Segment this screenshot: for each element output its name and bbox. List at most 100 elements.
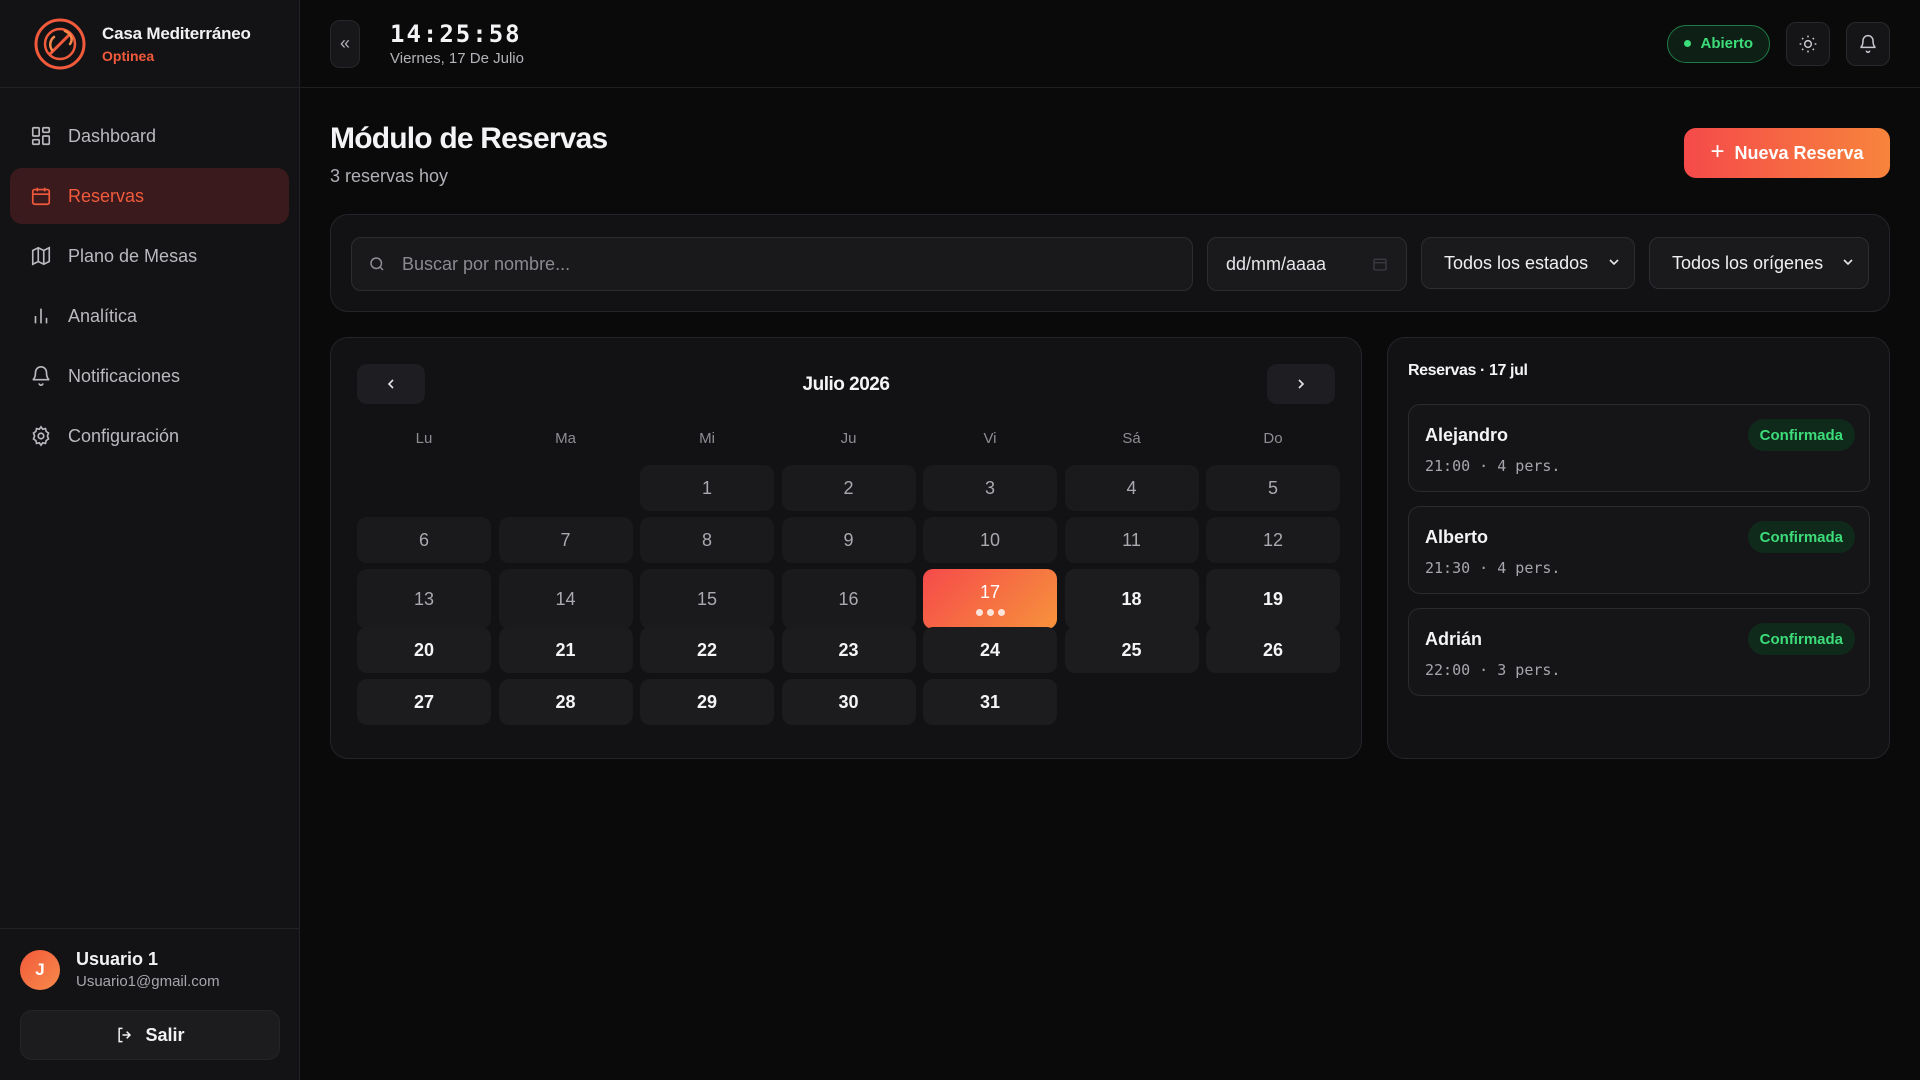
calendar-day[interactable]: 13: [357, 569, 491, 629]
sidebar-item-label: Plano de Mesas: [68, 245, 198, 266]
weekday-label: Sá: [1122, 430, 1141, 447]
calendar-day[interactable]: 18: [1064, 569, 1199, 629]
weekday-label: Vi: [983, 430, 997, 447]
new-reservation-button[interactable]: + Nueva Reserva: [1684, 128, 1890, 178]
calendar-day-number: 16: [838, 588, 859, 609]
chevrons-left-icon: «: [339, 33, 350, 53]
calendar-day[interactable]: 31: [923, 679, 1057, 725]
brand[interactable]: Casa Mediterráneo Optinea: [0, 0, 299, 88]
weekday-label: Ma: [555, 430, 576, 447]
map-icon: [31, 246, 51, 266]
calendar-day[interactable]: 25: [1064, 627, 1199, 673]
status-badge[interactable]: Abierto: [1666, 24, 1770, 63]
sidebar-footer: J Usuario 1 Usuario1@gmail.com Salir: [0, 928, 300, 1080]
notifications-button[interactable]: [1846, 21, 1890, 66]
calendar-day-number: 15: [696, 588, 718, 609]
date-input[interactable]: dd/mm/aaaa: [1207, 237, 1407, 291]
clock-time: 14:25:58: [390, 20, 522, 48]
calendar-day[interactable]: 8: [640, 517, 774, 563]
calendar-day-today[interactable]: 17: [923, 569, 1057, 629]
clock-date: Viernes, 17 De Julio: [390, 50, 524, 67]
calendar-day[interactable]: 7: [498, 517, 633, 563]
sidebar-item-dashboard[interactable]: Dashboard: [10, 108, 289, 164]
grid-icon: [31, 126, 51, 146]
search-input[interactable]: [386, 238, 1192, 290]
calendar-day[interactable]: 6: [357, 517, 491, 563]
reservation-item[interactable]: Alberto 21:30 · 4 pers. Confirmada: [1408, 506, 1870, 594]
calendar-day[interactable]: 26: [1206, 627, 1340, 673]
calendar-day[interactable]: 28: [498, 679, 633, 725]
calendar-day[interactable]: 2: [781, 465, 916, 511]
calendar-day[interactable]: 16: [781, 569, 916, 629]
calendar-day[interactable]: 22: [640, 627, 774, 673]
sidebar-item-label: Reservas: [68, 185, 145, 206]
reservation-item[interactable]: Alejandro 21:00 · 4 pers. Confirmada: [1408, 404, 1870, 492]
status-badge: Confirmada: [1747, 521, 1855, 553]
calendar-day[interactable]: 24: [923, 627, 1057, 673]
calendar-day[interactable]: 12: [1206, 517, 1340, 563]
page-subtitle: 3 reservas hoy: [330, 166, 449, 186]
calendar-icon[interactable]: [1372, 256, 1388, 272]
weekday-label: Ju: [840, 430, 857, 447]
calendar-day[interactable]: 1: [640, 465, 774, 511]
status-badge: Confirmada: [1747, 623, 1855, 655]
chevron-down-icon: [1609, 259, 1619, 266]
calendar-day-number: 13: [413, 588, 435, 609]
reservation-item[interactable]: Adrián 22:00 · 3 pers. Confirmada: [1408, 608, 1870, 696]
gear-icon: [32, 425, 50, 447]
reservation-name: Alejandro: [1425, 425, 1509, 445]
sidebar-item-configuracion[interactable]: Configuración: [10, 408, 289, 464]
collapse-sidebar-button[interactable]: «: [330, 19, 360, 68]
calendar-day[interactable]: 5: [1206, 465, 1340, 511]
weekday-label: Do: [1263, 430, 1283, 447]
calendar-day[interactable]: 4: [1064, 465, 1199, 511]
search-box[interactable]: [351, 237, 1193, 291]
calendar-day[interactable]: 21: [498, 627, 633, 673]
sun-icon: [1799, 35, 1817, 52]
plus-icon: +: [1710, 138, 1725, 165]
origin-select[interactable]: Todos los orígenes: [1649, 237, 1869, 289]
calendar-day-number: 14: [555, 588, 576, 609]
calendar-day-number: 29: [696, 691, 718, 712]
logout-button[interactable]: Salir: [20, 1010, 280, 1060]
sidebar-item-reservas[interactable]: Reservas: [10, 168, 289, 224]
calendar-day-number: 7: [560, 529, 571, 550]
logout-icon: [118, 1027, 132, 1043]
topbar: « 14:25:58 Viernes, 17 De Julio Abierto: [300, 0, 1920, 88]
sidebar-item-notificaciones[interactable]: Notificaciones: [10, 348, 289, 404]
calendar-day[interactable]: 19: [1206, 569, 1340, 629]
calendar-day[interactable]: 10: [923, 517, 1057, 563]
calendar-day-number: 18: [1121, 588, 1142, 609]
sidebar-item-analitica[interactable]: Analítica: [10, 288, 289, 344]
calendar-day[interactable]: 11: [1064, 517, 1199, 563]
theme-toggle-button[interactable]: [1786, 21, 1830, 66]
calendar-day[interactable]: 30: [781, 679, 916, 725]
calendar-day[interactable]: 23: [781, 627, 916, 673]
reservation-dot: [986, 609, 994, 616]
calendar-icon: [31, 187, 51, 206]
calendar-day[interactable]: 20: [357, 627, 491, 673]
user-email: Usuario1@gmail.com: [76, 973, 220, 990]
calendar-day-number: 23: [838, 639, 859, 660]
status-select[interactable]: Todos los estados: [1421, 237, 1635, 289]
next-month-button[interactable]: [1267, 364, 1335, 404]
calendar-day[interactable]: 3: [923, 465, 1057, 511]
calendar-day[interactable]: 15: [640, 569, 774, 629]
reservation-meta: 22:00 · 3 pers.: [1425, 661, 1561, 679]
calendar-day-number: 17: [979, 582, 1001, 602]
user-profile[interactable]: J Usuario 1 Usuario1@gmail.com: [20, 949, 280, 990]
chevron-down-icon: [1843, 259, 1853, 266]
topbar-actions: Abierto: [1666, 21, 1890, 66]
status-badge: Confirmada: [1747, 419, 1855, 451]
calendar-day[interactable]: 29: [640, 679, 774, 725]
calendar-day-number: 4: [1126, 477, 1137, 498]
calendar-day[interactable]: 27: [357, 679, 491, 725]
reservations-list-card: Reservas · 17 jul Alejandro 21:00 · 4 pe…: [1387, 337, 1890, 759]
calendar-day[interactable]: 14: [498, 569, 633, 629]
calendar-day[interactable]: 9: [781, 517, 916, 563]
sidebar-item-plano-de-mesas[interactable]: Plano de Mesas: [10, 228, 289, 284]
status-label: Abierto: [1700, 35, 1754, 52]
brand-subtitle: Optinea: [102, 47, 155, 64]
calendar-day-number: 5: [1267, 477, 1278, 498]
reservation-name: Alberto: [1425, 527, 1488, 547]
